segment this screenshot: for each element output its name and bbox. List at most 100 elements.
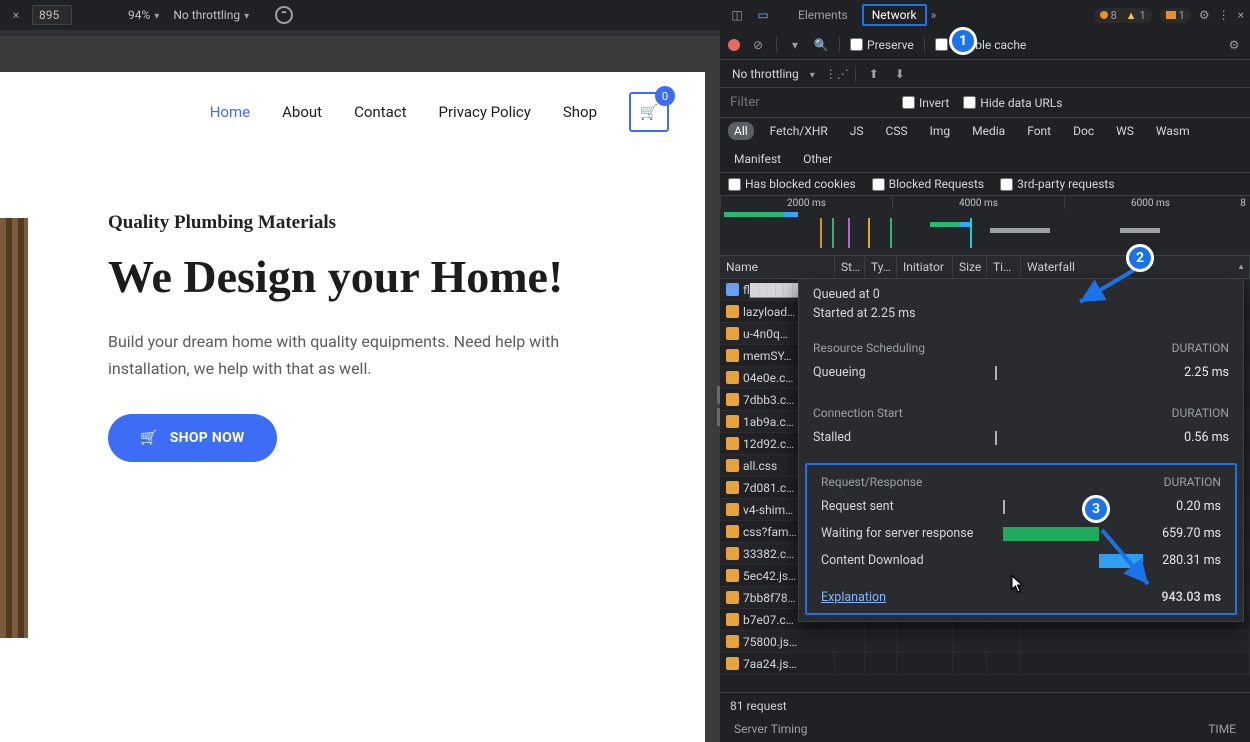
filter-icon[interactable]: ▾ [787,37,803,53]
request-name: 1ab9a.c… [743,415,794,429]
upload-har-icon[interactable]: ⬆ [866,66,882,82]
timing-label: Request sent [821,499,981,514]
file-icon [726,327,739,340]
type-ws[interactable]: WS [1110,122,1140,140]
download-har-icon[interactable]: ⬇ [892,66,908,82]
zoom-dropdown[interactable]: 94% [124,8,163,22]
table-header[interactable]: Name St… Ty… Initiator Size Ti… Waterfal… [720,256,1250,279]
close-devtools-icon[interactable]: × [1238,8,1244,22]
col-name[interactable]: Name [720,256,835,278]
hero-eyebrow: Quality Plumbing Materials [108,212,588,234]
timing-label: Content Download [821,553,981,568]
hide-data-urls-checkbox[interactable]: Hide data URLs [963,96,1062,110]
callout-2: 2 [1126,244,1154,272]
overview-tick: 8 [1236,196,1250,209]
file-icon [726,437,739,450]
col-initiator[interactable]: Initiator [897,256,953,278]
type-wasm[interactable]: Wasm [1150,122,1196,140]
file-icon [726,569,739,582]
rendered-page: Home About Contact Privacy Policy Shop 🛒… [0,72,705,742]
tab-elements[interactable]: Elements [788,4,858,26]
explanation-link[interactable]: Explanation [821,590,1161,605]
type-all[interactable]: All [728,122,754,140]
cell-time [987,653,1021,674]
server-timing-header: Server Timing [734,722,1208,738]
table-row[interactable]: 75800.js… [720,631,1250,653]
request-name: 7dbb3.c… [743,393,794,407]
col-time[interactable]: Ti… [987,256,1021,278]
throttling-dropdown-device[interactable]: No throttling [169,8,253,22]
table-row[interactable]: 7aa24.js… [720,653,1250,675]
timing-label: Stalled [813,430,973,445]
nav-contact[interactable]: Contact [354,103,406,121]
type-css[interactable]: CSS [880,122,914,140]
nav-privacy[interactable]: Privacy Policy [439,103,531,121]
overview-tick: 6000 ms [1064,196,1236,209]
col-status[interactable]: St… [835,256,865,278]
duration-header: DURATION [1164,475,1221,489]
tab-network[interactable]: Network [862,4,927,26]
timing-bar [973,366,1143,380]
type-fetchxhr[interactable]: Fetch/XHR [764,122,834,140]
clear-icon[interactable]: ⊘ [750,37,766,53]
hero-subtext: Build your dream home with quality equip… [108,328,568,382]
network-overview[interactable]: 2000 ms 4000 ms 6000 ms 8 [720,196,1250,256]
kebab-menu-icon[interactable]: ⋮ [1218,8,1230,22]
cell-type [865,631,897,652]
has-blocked-cookies-checkbox[interactable]: Has blocked cookies [728,177,856,191]
type-manifest[interactable]: Manifest [728,150,787,168]
file-icon [726,635,739,648]
file-icon [726,525,739,538]
invert-checkbox[interactable]: Invert [902,96,949,110]
file-icon [726,547,739,560]
cell-status [835,653,865,674]
device-toggle-icon[interactable]: ▭ [752,4,774,26]
blocked-requests-checkbox[interactable]: Blocked Requests [872,177,984,191]
file-icon [726,415,739,428]
file-icon [726,305,739,318]
arrow-2 [1074,268,1140,308]
wifi-icon[interactable]: ⋮⋰ [829,66,845,82]
settings-icon[interactable]: ⚙ [1199,8,1210,22]
file-icon [726,349,739,362]
type-img[interactable]: Img [924,122,957,140]
type-font[interactable]: Font [1021,122,1057,140]
shop-now-button[interactable]: SHOP NOW [108,414,277,462]
waterfall-cell[interactable] [1021,653,1250,674]
cart-button[interactable]: 🛒 0 [629,92,669,132]
preserve-log-checkbox[interactable]: Preserve [850,38,914,52]
issues-badge[interactable]: 8 ▲1 [1094,8,1152,23]
overview-tick: 2000 ms [720,196,892,209]
type-other[interactable]: Other [797,150,838,168]
nav-shop[interactable]: Shop [563,103,597,121]
timing-value: 0.56 ms [1143,430,1229,445]
waterfall-cell[interactable] [1021,631,1250,652]
request-name: 7aa24.js… [743,657,797,671]
element-picker-icon[interactable]: ◫ [726,4,748,26]
type-js[interactable]: JS [844,122,870,140]
type-media[interactable]: Media [966,122,1011,140]
rotate-icon[interactable] [275,6,293,24]
col-size[interactable]: Size [953,256,987,278]
nav-about[interactable]: About [282,103,322,121]
col-type[interactable]: Ty… [865,256,897,278]
request-name: lazyload… [743,305,795,319]
type-doc[interactable]: Doc [1067,122,1100,140]
search-icon[interactable]: 🔍 [813,37,829,53]
section-title: Resource Scheduling [813,341,1172,355]
more-tabs-icon[interactable]: » [931,8,937,22]
viewport-width-input[interactable]: 895 [32,5,72,25]
throttling-dropdown[interactable]: No throttling [728,67,819,81]
record-icon[interactable] [728,39,740,51]
close-tab-icon[interactable]: × [6,5,26,25]
file-icon [726,657,739,670]
third-party-checkbox[interactable]: 3rd-party requests [1000,177,1114,191]
timing-total: 943.03 ms [1161,590,1221,605]
cart-count: 0 [655,86,675,106]
duration-header: DURATION [1172,406,1229,420]
nav-home[interactable]: Home [210,103,250,121]
network-settings-icon[interactable]: ⚙ [1226,37,1242,53]
request-name: 04e0e.c… [743,371,793,385]
messages-badge[interactable]: 1 [1160,8,1191,23]
filter-input[interactable] [728,92,888,113]
